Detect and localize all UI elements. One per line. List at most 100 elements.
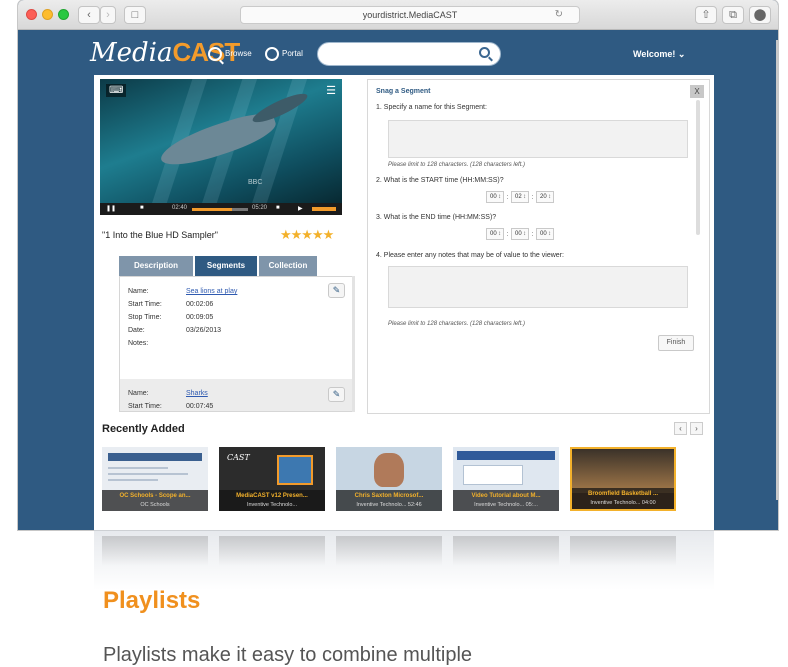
portal-label: Portal [282,49,303,58]
end-time-picker: 00: 00: 00 [486,228,554,240]
thumbnail-card[interactable]: Video Tutorial about M... Inventive Techn… [453,447,559,511]
segment-notes-row: Notes: [128,337,345,350]
progress-bar[interactable] [192,208,232,211]
search-icon[interactable] [479,47,490,58]
thumb-caption: Chris Saxton Microsof... Inventive Techno… [336,490,442,511]
tab-collection[interactable]: Collection [259,256,317,276]
tab-description[interactable]: Description [119,256,193,276]
notes-field[interactable] [388,266,688,308]
extension-icon[interactable]: ⬤ [749,6,771,24]
portal-link[interactable]: Portal [265,45,303,63]
thumb-graphic [108,453,202,461]
close-panel-button[interactable]: X [690,85,704,98]
thumbnail-card[interactable]: Chris Saxton Microsof... Inventive Techno… [336,447,442,511]
colon-separator: : [506,193,509,201]
thumb-caption: Broomfield Basketball ... Inventive Techn… [572,488,674,509]
end-hours-select[interactable]: 00 [486,228,504,240]
browse-link[interactable]: Browse [208,45,252,63]
name-label: Name: [128,390,149,397]
thumb-subtitle: Inventive Technolo... [246,502,298,508]
reflection-block [570,536,676,566]
stop-icon[interactable]: ■ [140,205,144,211]
welcome-menu[interactable]: Welcome! ⌄ [633,45,685,63]
colon-separator: : [531,230,534,238]
address-text: yourdistrict.MediaCAST [362,10,458,20]
rating-stars[interactable]: ★★★★★ [280,227,334,243]
zoom-window-button[interactable] [58,9,69,20]
volume-icon[interactable]: ▶ [298,205,303,212]
forward-button[interactable]: › [100,6,116,24]
fullscreen-icon[interactable]: ■ [276,205,280,211]
time-total: 05:20 [252,205,268,211]
minimize-window-button[interactable] [42,9,53,20]
segment-name-row: Name: Sea lions at play [128,285,345,298]
pause-icon[interactable]: ❚❚ [106,205,116,212]
sidebar-toggle-icon[interactable]: □ [124,6,146,24]
thumb-graphic [463,465,523,485]
reflection-block [102,536,208,566]
search-input[interactable] [328,47,468,62]
reflection-block [453,536,559,566]
playlist-icon[interactable]: ☰ [326,84,336,97]
back-button[interactable]: ‹ [78,6,100,24]
thumbnail-card[interactable]: CAST MediaCAST v12 Presen... Inventive Te… [219,447,325,511]
start-label: Start Time: [128,301,162,308]
reflection-block [336,536,442,566]
globe-icon [265,47,279,61]
segment-name-link[interactable]: Sea lions at play [186,285,237,298]
start-hours-select[interactable]: 00 [486,191,504,203]
reload-icon[interactable]: ↻ [555,7,563,23]
address-bar[interactable]: yourdistrict.MediaCAST ↻ [240,6,580,24]
end-seconds-select[interactable]: 00 [536,228,554,240]
segment-list-scrollbar[interactable] [352,276,355,412]
player-menu-icon[interactable]: ⌨ [106,84,127,97]
content-panel: ⌨ ☰ BBC ❚❚ ■ 02:40 05:20 ■ ▶ "1 Into the… [94,75,714,530]
thumb-logo: CAST [227,453,250,462]
thumb-graphic [572,449,674,493]
site-header: MediaCAST Browse Portal Welcome! ⌄ [18,31,778,75]
tab-segments[interactable]: Segments [195,256,257,276]
thumb-subtitle: Inventive Technolo... 52:46 [356,502,422,508]
start-minutes-select[interactable]: 02 [511,191,529,203]
reflection-block [219,536,325,566]
tabs-icon[interactable]: ⧉ [722,6,744,24]
thumb-title: MediaCAST v12 Presen... [236,493,308,499]
end-minutes-select[interactable]: 00 [511,228,529,240]
edit-pencil-icon[interactable]: ✎ [328,387,345,402]
segment-start-value: 00:07:45 [186,403,214,410]
thumb-title: Chris Saxton Microsof... [354,493,424,499]
carousel-prev-button[interactable]: ‹ [674,422,687,435]
hint-2: Please limit to 128 characters. (128 cha… [388,321,526,327]
snag-title: Snag a Segment [376,88,431,95]
carousel-next-button[interactable]: › [690,422,703,435]
segment-date-row: Date: 03/26/2013 [128,324,345,337]
browser-window: ‹ › □ yourdistrict.MediaCAST ↻ ⇧ ⧉ ⬤ Med… [18,0,778,530]
time-elapsed: 02:40 [172,205,188,211]
segment-name-link[interactable]: Sharks [186,387,208,400]
question-3: 3. What is the END time (HH:MM:SS)? [376,214,497,221]
close-window-button[interactable] [26,9,37,20]
video-player[interactable]: ⌨ ☰ BBC [100,79,342,215]
edit-pencil-icon[interactable]: ✎ [328,283,345,298]
segment-card: Name: Sharks Start Time: 00:07:45 ✎ [120,379,353,411]
thumb-graphic [108,479,158,481]
stop-label: Stop Time: [128,314,162,321]
share-icon[interactable]: ⇧ [695,6,717,24]
start-seconds-select[interactable]: 20 [536,191,554,203]
progress-remaining[interactable] [232,208,248,211]
segment-name-field[interactable] [388,120,688,158]
start-time-picker: 00: 02: 20 [486,191,554,203]
page-scrollbar[interactable] [776,40,778,500]
finish-button[interactable]: Finish [658,335,694,351]
thumbnail-card[interactable]: Broomfield Basketball ... Inventive Techn… [570,447,676,511]
question-2: 2. What is the START time (HH:MM:SS)? [376,177,504,184]
segment-start-value: 00:02:06 [186,301,214,308]
browse-search-icon [208,47,222,61]
thumb-caption: OC Schools - Scope an... OC Schools [102,490,208,511]
volume-slider[interactable] [312,207,336,211]
screenshot-reflection [94,530,714,590]
section-body: Playlists make it easy to combine multip… [103,644,473,666]
thumbnail-card[interactable]: OC Schools - Scope an... OC Schools [102,447,208,511]
snag-panel-scrollbar[interactable] [696,100,700,235]
thumb-subtitle: Inventive Technolo... 05:... [474,502,538,508]
